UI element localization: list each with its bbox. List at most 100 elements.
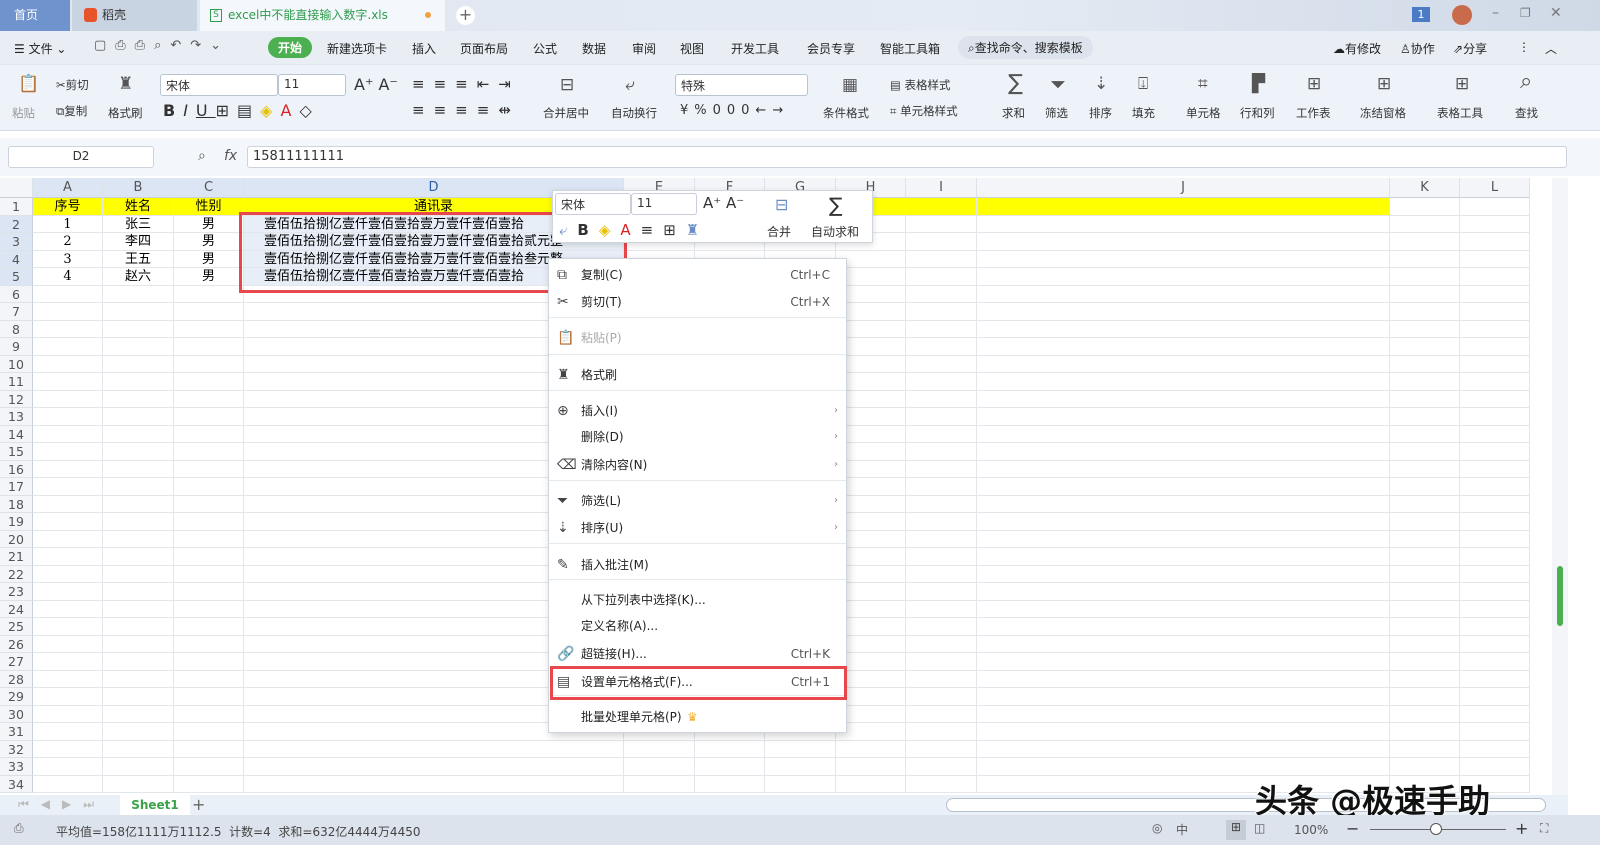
cell[interactable]	[906, 460, 977, 478]
row-header-24[interactable]: 24	[0, 600, 33, 618]
cell[interactable]	[174, 478, 244, 496]
cell[interactable]	[977, 530, 1390, 548]
cell[interactable]	[174, 285, 244, 303]
cell[interactable]	[906, 705, 977, 723]
cell[interactable]	[977, 478, 1390, 496]
row-header-30[interactable]: 30	[0, 705, 33, 723]
cell[interactable]	[906, 635, 977, 653]
cell[interactable]	[103, 775, 174, 793]
sort-button[interactable]: 排序	[1089, 105, 1112, 121]
align-buttons[interactable]: ≡≡≡⇤⇥	[412, 75, 520, 93]
cell[interactable]	[174, 618, 244, 636]
context-menu-item-filter[interactable]: ⏷ 筛选(L) ›	[549, 489, 846, 513]
fx-icon[interactable]: fx	[224, 148, 237, 164]
sum-button[interactable]: 求和	[1002, 105, 1025, 121]
tab-home[interactable]: 首页	[0, 0, 70, 31]
row-header-34[interactable]: 34	[0, 775, 33, 793]
cell[interactable]	[103, 600, 174, 618]
column-header-I[interactable]: I	[906, 178, 977, 198]
cell[interactable]	[174, 670, 244, 688]
cell[interactable]	[174, 723, 244, 741]
cell[interactable]	[103, 303, 174, 321]
cell[interactable]	[174, 565, 244, 583]
cell[interactable]	[174, 548, 244, 566]
cell[interactable]	[33, 653, 103, 671]
row-header-33[interactable]: 33	[0, 758, 33, 776]
cell[interactable]	[977, 443, 1390, 461]
cell[interactable]	[977, 408, 1390, 426]
header-cell[interactable]	[977, 198, 1390, 216]
font-select[interactable]: 宋体	[160, 74, 278, 96]
cell[interactable]	[33, 303, 103, 321]
cell[interactable]	[977, 233, 1390, 251]
halign-buttons[interactable]: ≡≡≡≡⇹	[412, 101, 520, 119]
cell[interactable]	[33, 635, 103, 653]
cell[interactable]	[1460, 338, 1530, 356]
context-menu-item-item5[interactable]: 删除(D) ›	[549, 425, 846, 449]
cell[interactable]	[906, 653, 977, 671]
cell[interactable]	[977, 390, 1390, 408]
cell[interactable]	[174, 495, 244, 513]
sheet-nav-buttons[interactable]: ⏮◀▶⏭	[18, 797, 106, 812]
cell[interactable]	[906, 250, 977, 268]
cell[interactable]	[977, 688, 1390, 706]
cell[interactable]	[1390, 425, 1460, 443]
page-view-icon[interactable]: ◫	[1254, 821, 1265, 835]
cell[interactable]	[174, 775, 244, 793]
close-button[interactable]: ✕	[1550, 5, 1562, 21]
tab-start[interactable]: 开始	[268, 37, 313, 58]
cell[interactable]	[244, 758, 624, 776]
cell[interactable]: 男	[174, 233, 244, 251]
font-size-select[interactable]: 11	[278, 74, 346, 96]
cell[interactable]	[906, 373, 977, 391]
cell[interactable]	[33, 583, 103, 601]
cell[interactable]	[33, 705, 103, 723]
cell[interactable]	[906, 513, 977, 531]
cell[interactable]	[103, 723, 174, 741]
cell[interactable]	[103, 390, 174, 408]
cell[interactable]	[1390, 723, 1460, 741]
cell[interactable]	[624, 740, 695, 758]
row-header-16[interactable]: 16	[0, 460, 33, 478]
cell[interactable]	[103, 530, 174, 548]
normal-view-icon[interactable]: ⊞	[1226, 820, 1246, 840]
cell[interactable]: 2	[33, 233, 103, 251]
cell[interactable]	[1390, 443, 1460, 461]
vertical-scrollbar[interactable]	[1552, 178, 1568, 795]
context-menu-item-item10[interactable]: 从下拉列表中选择(K)...	[549, 588, 846, 612]
cell[interactable]	[174, 460, 244, 478]
cell[interactable]	[1460, 268, 1530, 286]
header-cell[interactable]	[1460, 198, 1530, 216]
cell[interactable]	[1390, 390, 1460, 408]
header-cell[interactable]	[1390, 198, 1460, 216]
cell[interactable]	[33, 565, 103, 583]
cell[interactable]	[33, 408, 103, 426]
cell[interactable]	[906, 355, 977, 373]
context-menu-item-link[interactable]: 🔗 超链接(H)... Ctrl+K	[549, 642, 846, 666]
row-header-29[interactable]: 29	[0, 688, 33, 706]
cell[interactable]	[33, 740, 103, 758]
row-header-7[interactable]: 7	[0, 303, 33, 321]
cell[interactable]	[1390, 548, 1460, 566]
row-col-button[interactable]: 行和列	[1240, 105, 1275, 121]
cell[interactable]: 男	[174, 215, 244, 233]
cell[interactable]	[977, 723, 1390, 741]
row-header-14[interactable]: 14	[0, 425, 33, 443]
mini-format-buttons[interactable]: ⤶B◈A≡⊞♜	[559, 221, 709, 239]
cell[interactable]	[33, 478, 103, 496]
zoom-out-button[interactable]: −	[1346, 819, 1359, 838]
cell[interactable]	[977, 495, 1390, 513]
row-header-10[interactable]: 10	[0, 355, 33, 373]
row-header-20[interactable]: 20	[0, 530, 33, 548]
cell[interactable]	[906, 478, 977, 496]
cell[interactable]	[1390, 320, 1460, 338]
cell[interactable]	[174, 338, 244, 356]
cell-button[interactable]: 单元格	[1186, 105, 1221, 121]
context-menu-item-comment[interactable]: ✎ 插入批注(M)	[549, 553, 846, 577]
font-size-buttons[interactable]: A⁺ A⁻	[354, 75, 398, 94]
sheet-tab-sheet1[interactable]: Sheet1	[120, 795, 190, 815]
cell[interactable]	[244, 740, 624, 758]
cell[interactable]	[33, 618, 103, 636]
tab-smart-tools[interactable]: 智能工具箱	[880, 40, 940, 57]
cell[interactable]	[977, 460, 1390, 478]
